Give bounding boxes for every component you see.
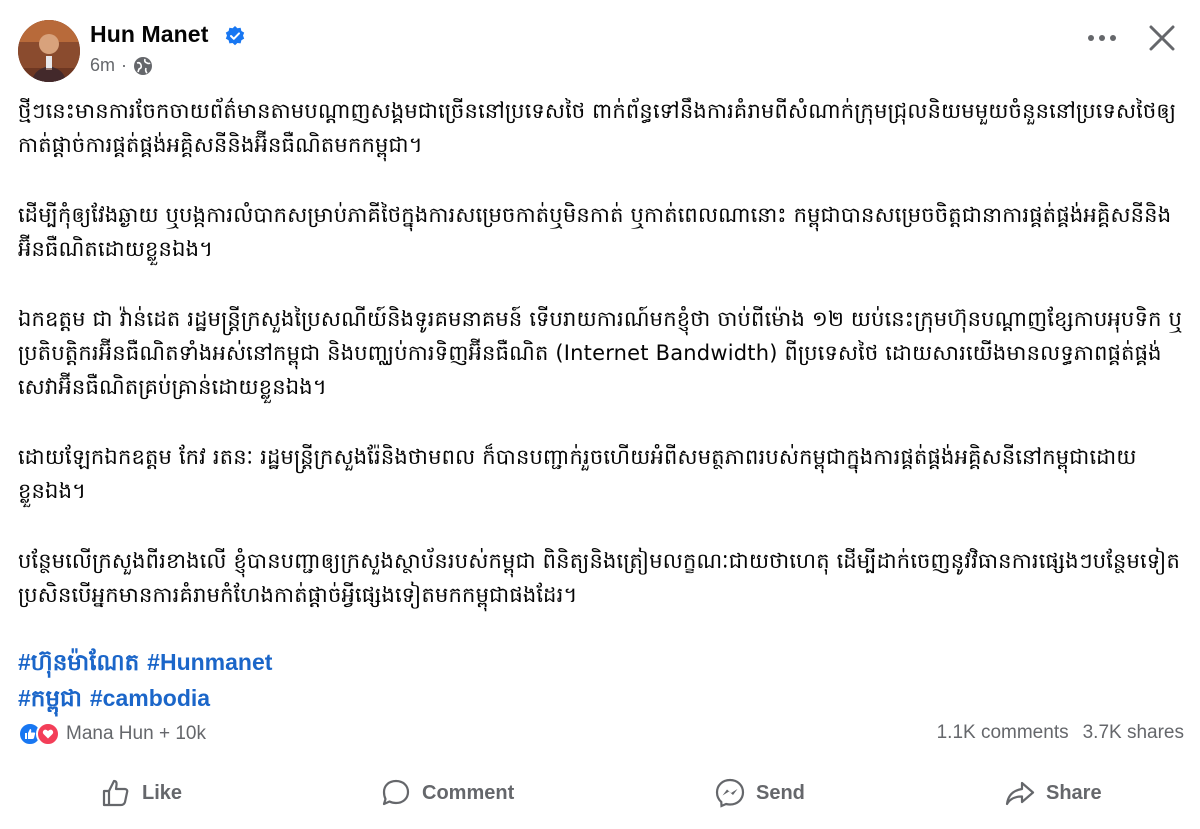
post-body: ថ្មីៗនេះមានការចែកចាយព័ត៌មានតាមបណ្តាញសង្គ… — [18, 94, 1186, 648]
share-button[interactable]: Share — [1004, 770, 1102, 816]
comment-label: Comment — [422, 781, 515, 804]
comments-count[interactable]: 1.1K comments — [937, 722, 1069, 744]
action-bar: Like Comment Send Share — [0, 770, 1200, 816]
share-label: Share — [1046, 781, 1102, 804]
post-paragraph-2: ដើម្បីកុំឲ្យវែងឆ្ងាយ ឬបង្កការលំបាកសម្រាប… — [18, 203, 1172, 261]
hashtags: #ហ៊ុនម៉ាណែត #Hunmanet #កម្ពុជា #cambodia — [18, 644, 280, 716]
more-options-button[interactable] — [1082, 24, 1122, 52]
hashtag-link[interactable]: #កម្ពុជា — [18, 685, 82, 711]
send-label: Send — [756, 781, 805, 804]
close-icon — [1149, 25, 1175, 51]
close-button[interactable] — [1142, 18, 1182, 58]
verified-badge-icon — [225, 26, 245, 46]
share-icon — [1005, 781, 1035, 806]
comment-button[interactable]: Comment — [380, 770, 514, 816]
hashtag-link[interactable]: #ហ៊ុនម៉ាណែត — [18, 649, 139, 675]
more-options-icon — [1088, 35, 1116, 41]
hashtag-link[interactable]: #Hunmanet — [147, 649, 272, 675]
post-paragraph-5: បន្ថែមលើក្រសួងពីរខាងលើ ខ្ញុំបានបញ្ជាឲ្យក… — [18, 549, 1181, 607]
like-button[interactable]: Like — [100, 770, 182, 816]
meta-separator: · — [121, 55, 128, 75]
reactions-summary[interactable]: Mana Hun + 10k — [18, 722, 206, 746]
like-label: Like — [142, 781, 183, 804]
post-paragraph-4: ដោយឡែកឯកឧត្តម កែវ រតនៈ រដ្ឋមន្ត្រីក្រសួង… — [18, 445, 1137, 503]
send-button[interactable]: Send — [714, 770, 805, 816]
shares-count[interactable]: 3.7K shares — [1083, 722, 1184, 744]
hashtag-line-2: #កម្ពុជា #cambodia — [18, 680, 280, 716]
hashtag-line-1: #ហ៊ុនម៉ាណែត #Hunmanet — [18, 644, 280, 680]
post-meta: 6m · — [90, 55, 153, 76]
globe-icon — [134, 56, 153, 75]
heart-icon — [36, 722, 60, 746]
author-avatar[interactable] — [18, 20, 80, 82]
like-icon — [102, 779, 129, 807]
post-header: Hun Manet 6m · — [18, 18, 1182, 84]
counts: 1.1K comments 3.7K shares — [937, 722, 1184, 744]
engagement-stats: Mana Hun + 10k 1.1K comments 3.7K shares — [18, 722, 1184, 750]
comment-icon — [382, 779, 410, 806]
post-paragraph-1: ថ្មីៗនេះមានការចែកចាយព័ត៌មានតាមបណ្តាញសង្គ… — [18, 99, 1177, 157]
post-time[interactable]: 6m — [90, 55, 115, 76]
author-name[interactable]: Hun Manet — [90, 21, 208, 48]
post-paragraph-3: ឯកឧត្តម ជា វ៉ាន់ដេត រដ្ឋមន្ត្រីក្រសួងប្រ… — [18, 307, 1183, 399]
messenger-icon — [715, 778, 745, 808]
reactors-text: Mana Hun + 10k — [66, 723, 206, 744]
hashtag-link[interactable]: #cambodia — [90, 685, 210, 711]
